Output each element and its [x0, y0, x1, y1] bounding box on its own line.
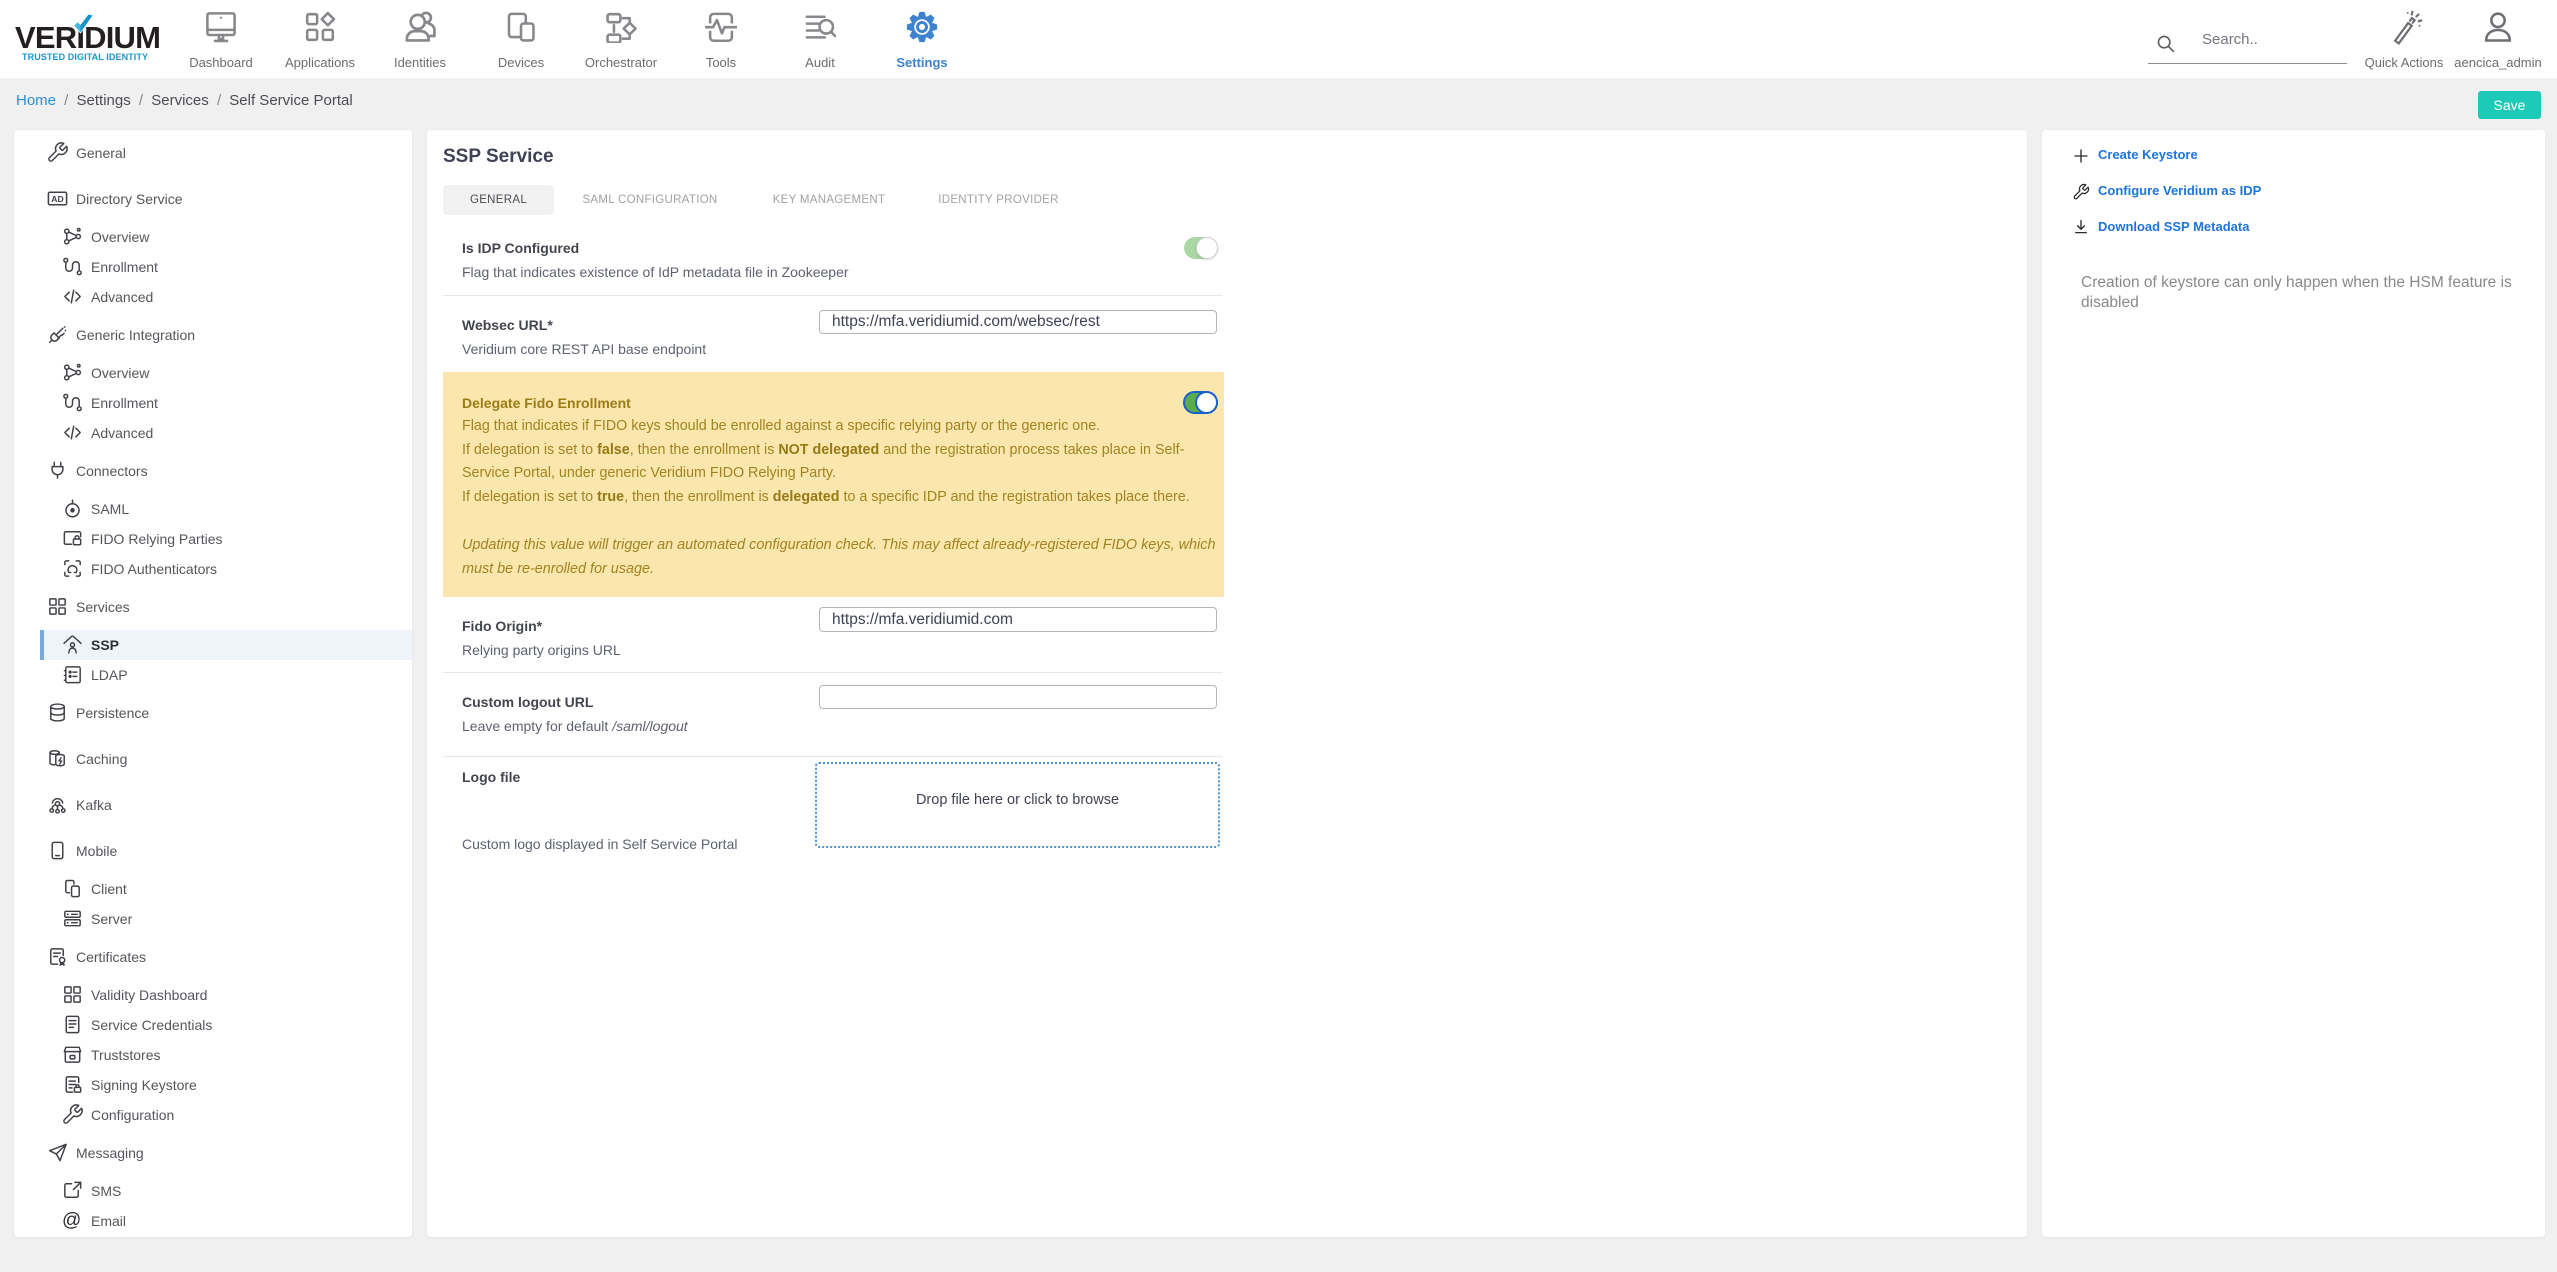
- svg-text:AD: AD: [51, 194, 63, 204]
